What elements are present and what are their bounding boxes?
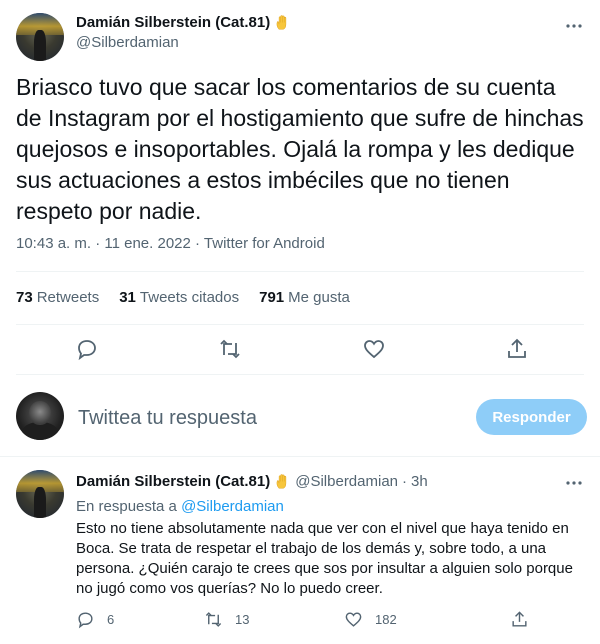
retweets-stat[interactable]: 73 Retweets xyxy=(16,289,99,306)
divider xyxy=(16,324,584,325)
user-avatar[interactable] xyxy=(16,392,64,440)
divider xyxy=(16,374,584,375)
separator-dot: · xyxy=(402,473,408,490)
like-icon[interactable] xyxy=(344,610,363,629)
likes-stat[interactable]: 791 Me gusta xyxy=(259,289,350,306)
in-reply-mention[interactable]: @Silberdamian xyxy=(181,498,284,515)
reply-button[interactable]: Responder xyxy=(476,399,587,435)
reply-author-handle[interactable]: @Silberdamian xyxy=(295,473,398,490)
reply-author-name[interactable]: Damián Silberstein (Cat.81) xyxy=(76,473,270,490)
like-icon[interactable] xyxy=(362,337,386,361)
tweet-meta[interactable]: 10:43 a. m. · 11 ene. 2022 · Twitter for… xyxy=(16,235,325,252)
tweet-stats: 73 Retweets 31 Tweets citados 791 Me gusta xyxy=(16,289,350,306)
reply-count: 6 xyxy=(107,612,115,627)
tweet-text: Briasco tuvo que sacar los comentarios d… xyxy=(16,74,584,224)
reply-time[interactable]: 3h xyxy=(411,473,428,490)
reply-text: Esto no tiene absolutamente nada que ver… xyxy=(76,520,573,597)
share-icon[interactable] xyxy=(510,610,529,629)
author-handle[interactable]: @Silberdamian xyxy=(76,34,291,51)
main-tweet: Damián Silberstein (Cat.81) @Silberdamia… xyxy=(0,0,600,375)
raised-hand-emoji-icon xyxy=(276,15,287,30)
divider xyxy=(16,271,584,272)
quotes-stat[interactable]: 31 Tweets citados xyxy=(119,289,239,306)
reply-share-action[interactable] xyxy=(510,610,529,629)
reply-tweet[interactable]: Damián Silberstein (Cat.81) @Silberdamia… xyxy=(0,458,600,644)
more-icon[interactable] xyxy=(564,16,584,36)
reply-header: Damián Silberstein (Cat.81) @Silberdamia… xyxy=(76,473,428,490)
reply-retweet-action[interactable]: 13 xyxy=(204,610,249,629)
raised-hand-emoji-icon xyxy=(276,474,287,489)
author-name-link[interactable]: Damián Silberstein (Cat.81) xyxy=(76,14,291,31)
reply-icon[interactable] xyxy=(75,337,99,361)
more-icon[interactable] xyxy=(564,473,584,493)
like-count: 182 xyxy=(375,612,397,627)
retweet-icon[interactable] xyxy=(218,337,242,361)
author-name[interactable]: Damián Silberstein (Cat.81) xyxy=(76,14,270,31)
reply-reply-action[interactable]: 6 xyxy=(76,610,114,629)
in-reply-prefix: En respuesta a xyxy=(76,498,177,515)
reply-icon[interactable] xyxy=(76,610,95,629)
reply-author-avatar[interactable] xyxy=(16,470,64,518)
retweet-count: 13 xyxy=(235,612,250,627)
retweet-icon[interactable] xyxy=(204,610,223,629)
author-block: Damián Silberstein (Cat.81) @Silberdamia… xyxy=(76,14,291,51)
reply-like-action[interactable]: 182 xyxy=(344,610,397,629)
in-reply-to: En respuesta a @Silberdamian xyxy=(76,498,284,515)
reply-composer: Twittea tu respuesta Responder xyxy=(0,376,600,457)
share-icon[interactable] xyxy=(505,337,529,361)
reply-actions: 6 13 182 xyxy=(76,610,576,634)
divider xyxy=(0,456,600,457)
reply-input[interactable]: Twittea tu respuesta xyxy=(78,407,257,430)
tweet-actions xyxy=(0,333,600,365)
author-avatar[interactable] xyxy=(16,13,64,61)
